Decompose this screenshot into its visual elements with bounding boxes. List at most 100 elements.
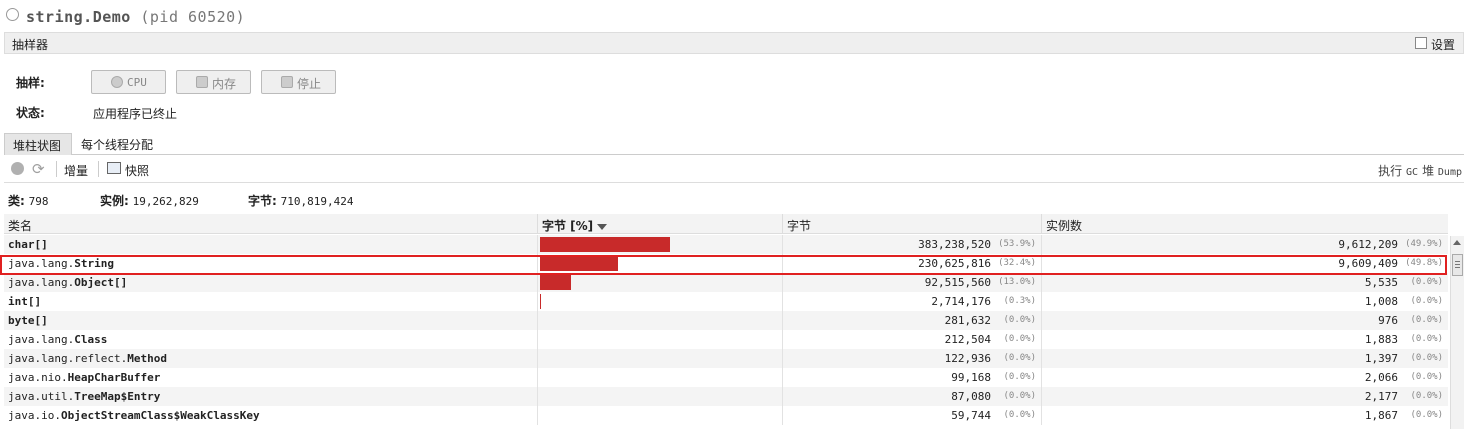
status-value: 应用程序已终止 [93, 107, 178, 121]
bytes-value: 212,504 [944, 333, 991, 346]
instances-cell: 1,883 (0.0%) [1042, 330, 1448, 349]
class-name-cell: java.util.TreeMap$Entry [4, 387, 538, 406]
sampler-header: 抽样器 设置 [4, 32, 1464, 54]
status-label: 状态: [16, 106, 45, 120]
stop-button[interactable]: 停止 [261, 70, 336, 94]
class-simple-name: HeapCharBuffer [67, 371, 161, 384]
table-row[interactable]: java.lang.Class 212,504 (0.0%) 1,883 (0.0%) [4, 330, 1448, 349]
class-simple-name: ObjectStreamClass$WeakClassKey [60, 409, 260, 422]
bytes-cell: 92,515,560 (13.0%) [783, 273, 1042, 292]
cpu-button[interactable]: CPU [91, 70, 166, 94]
settings-checkbox[interactable] [1415, 37, 1427, 49]
class-name-cell: byte[] [4, 311, 538, 330]
bytes-percent-cell [538, 311, 783, 330]
instances-percent-value: (0.0%) [1410, 372, 1443, 382]
instances-cell: 2,066 (0.0%) [1042, 368, 1448, 387]
bytes-value: 710,819,424 [280, 195, 354, 208]
bytes-cell: 212,504 (0.0%) [783, 330, 1042, 349]
class-simple-name: Method [127, 352, 167, 365]
bytes-value: 87,080 [951, 390, 991, 403]
bytes-label: 字节: [248, 194, 277, 208]
class-name-cell: int[] [4, 292, 538, 311]
perform-gc-suffix: GC [1405, 167, 1418, 178]
bytes-percent-bar [540, 275, 572, 290]
column-header-bytes[interactable]: 字节 [783, 214, 1042, 234]
class-package: java.io. [8, 409, 61, 422]
table-row[interactable]: java.io.ObjectStreamClass$WeakClassKey 59… [4, 406, 1448, 425]
table-header: 类名 字节 [%] 字节 实例数 [4, 214, 1448, 234]
instances-value: 5,535 [1364, 276, 1398, 289]
bytes-percent-bar [540, 237, 670, 252]
bytes-percent-cell [538, 349, 783, 368]
memory-button[interactable]: 内存 [176, 70, 251, 94]
table-row[interactable]: java.util.TreeMap$Entry 87,080 (0.0%) 2,177… [4, 387, 1448, 406]
instances-percent-value: (0.0%) [1410, 353, 1443, 363]
instances-cell: 976 (0.0%) [1042, 311, 1448, 330]
column-header-bytes-percent[interactable]: 字节 [%] [538, 214, 783, 234]
perform-gc-button[interactable]: 执行 GC [1378, 162, 1418, 179]
class-simple-name: Class [74, 333, 108, 346]
bytes-percent-value: (0.0%) [1003, 353, 1036, 363]
class-name-cell: char[] [4, 235, 538, 254]
class-package: java.nio. [8, 371, 68, 384]
tab-per-thread-allocations[interactable]: 每个线程分配 [73, 133, 163, 155]
table-row[interactable]: byte[] 281,632 (0.0%) 976 (0.0%) [4, 311, 1448, 330]
heap-dump-button[interactable]: 堆 Dump [1422, 162, 1462, 179]
heap-dump-suffix: Dump [1437, 167, 1462, 178]
table-row[interactable]: char[] 383,238,520 (53.9%) 9,612,209 (49.9%) [4, 235, 1448, 254]
table-row[interactable]: int[] 2,714,176 (0.3%) 1,008 (0.0%) [4, 292, 1448, 311]
bytes-cell: 2,714,176 (0.3%) [783, 292, 1042, 311]
column-header-class-name[interactable]: 类名 [4, 214, 538, 234]
class-package: java.util. [8, 390, 75, 403]
bytes-cell: 281,632 (0.0%) [783, 311, 1042, 330]
delta-toggle[interactable]: 增量 [64, 162, 88, 179]
bytes-summary: 字节: 710,819,424 [248, 192, 354, 209]
bytes-percent-cell [538, 387, 783, 406]
instances-percent-value: (0.0%) [1410, 296, 1443, 306]
bytes-value: 383,238,520 [918, 238, 991, 251]
class-simple-name: byte[] [8, 314, 48, 327]
sampler-title: 抽样器 [12, 38, 49, 52]
instances-cell: 2,177 (0.0%) [1042, 387, 1448, 406]
instances-percent-value: (49.9%) [1405, 239, 1443, 249]
bytes-percent-value: (0.0%) [1003, 334, 1036, 344]
bytes-value: 59,744 [951, 409, 991, 422]
column-header-instances[interactable]: 实例数 [1042, 214, 1448, 234]
classes-value: 798 [28, 195, 49, 208]
histogram-toolbar: ⟳ 增量 快照 执行 GC 堆 Dump [4, 155, 1464, 183]
toolbar-separator [98, 161, 99, 177]
bytes-cell: 383,238,520 (53.9%) [783, 235, 1042, 254]
bytes-value: 2,714,176 [931, 295, 991, 308]
scrollbar-thumb[interactable] [1452, 254, 1463, 276]
refresh-icon[interactable]: ⟳ [32, 160, 45, 178]
scroll-up-arrow-icon[interactable] [1453, 240, 1461, 245]
instances-label: 实例: [100, 194, 129, 208]
bytes-cell: 99,168 (0.0%) [783, 368, 1042, 387]
table-row[interactable]: java.lang.Object[] 92,515,560 (13.0%) 5,535… [4, 273, 1448, 292]
title-bar: string.Demo (pid 60520) [0, 0, 1468, 32]
bytes-percent-cell [538, 406, 783, 425]
tab-heap-histogram[interactable]: 堆柱状图 [4, 133, 72, 155]
toolbar-separator [56, 161, 57, 177]
vertical-scrollbar[interactable] [1450, 236, 1464, 429]
class-name-cell: java.lang.reflect.Method [4, 349, 538, 368]
instances-percent-value: (0.0%) [1410, 334, 1443, 344]
settings-label[interactable]: 设置 [1431, 36, 1455, 53]
instances-value: 9,612,209 [1338, 238, 1398, 251]
bytes-value: 99,168 [951, 371, 991, 384]
app-name: string.Demo [26, 8, 131, 26]
snapshot-button[interactable]: 快照 [125, 162, 149, 179]
window-title: string.Demo (pid 60520) [26, 8, 245, 26]
bytes-percent-value: (53.9%) [998, 239, 1036, 249]
table-row[interactable]: java.nio.HeapCharBuffer 99,168 (0.0%) 2,066… [4, 368, 1448, 387]
bytes-cell: 122,936 (0.0%) [783, 349, 1042, 368]
heap-dump-label: 堆 [1422, 164, 1435, 178]
class-name-cell: java.lang.Class [4, 330, 538, 349]
instances-percent-value: (0.0%) [1410, 315, 1443, 325]
class-package: java.lang. [8, 333, 75, 346]
pause-icon[interactable] [11, 162, 24, 175]
snapshot-icon[interactable] [107, 162, 121, 174]
instances-value: 976 [1378, 314, 1398, 327]
bytes-percent-cell [538, 273, 783, 292]
table-row[interactable]: java.lang.reflect.Method 122,936 (0.0%) 1,3… [4, 349, 1448, 368]
